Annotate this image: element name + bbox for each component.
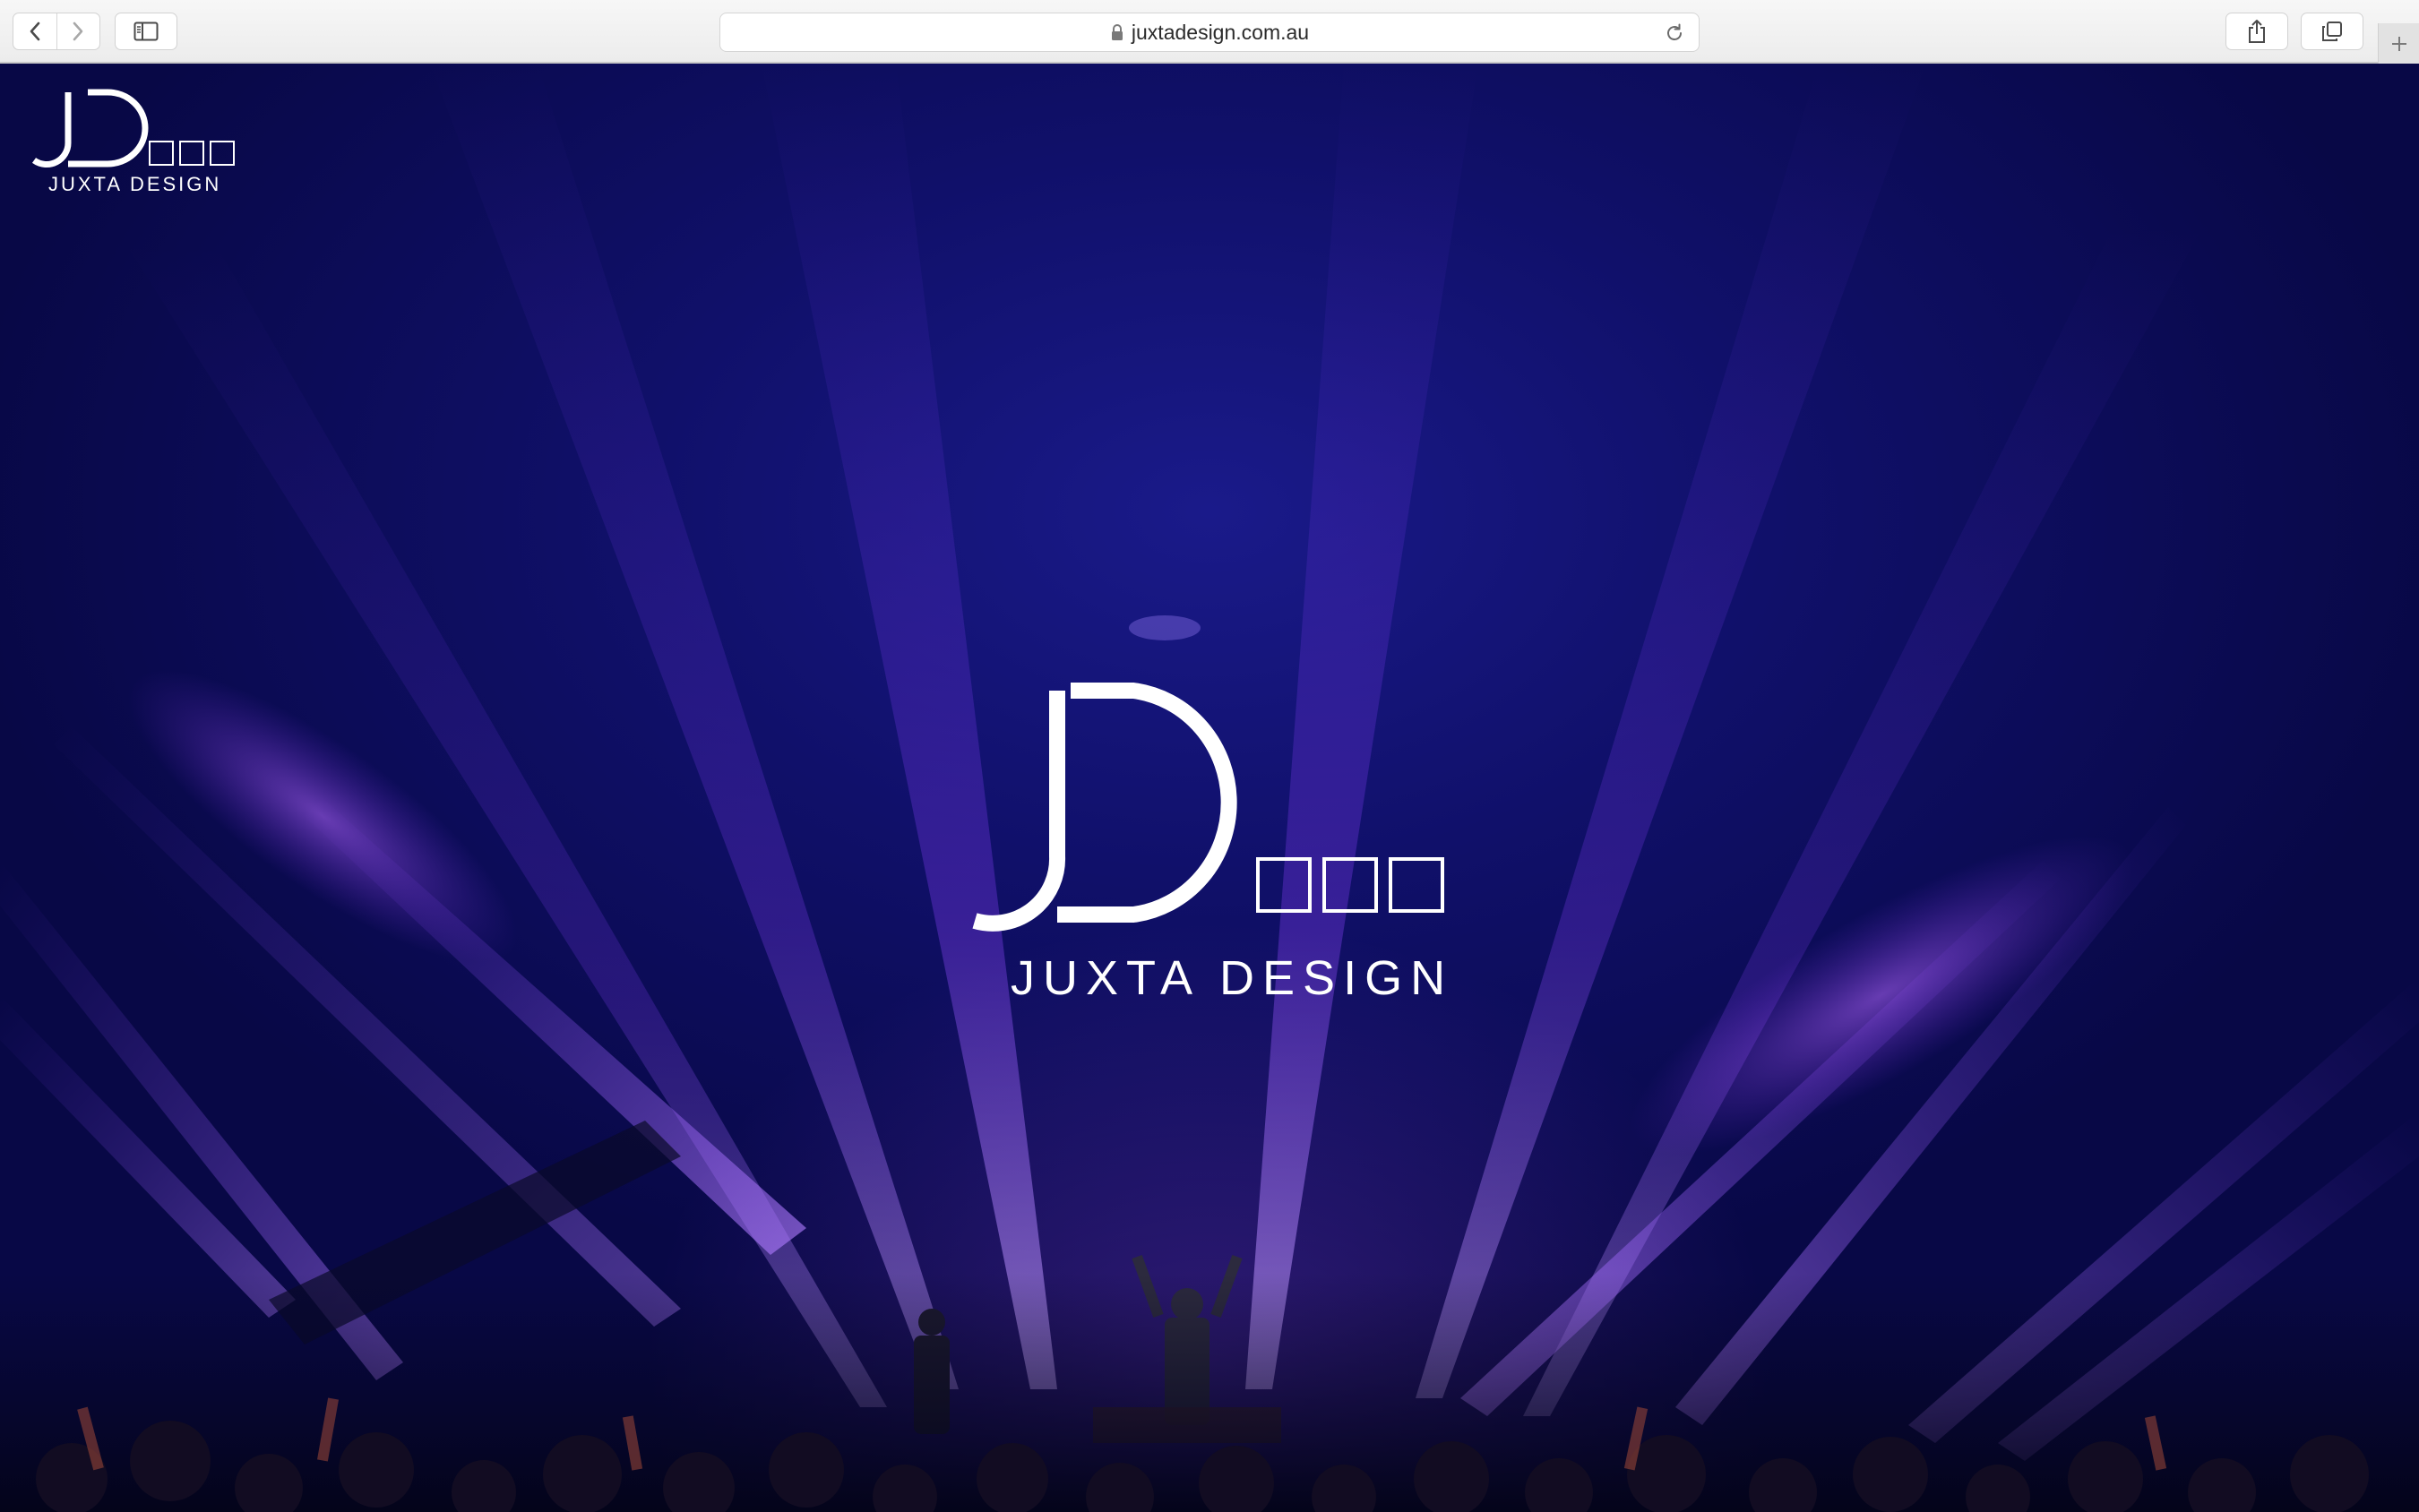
sidebar-toggle-button[interactable] bbox=[115, 13, 177, 50]
glyph-box bbox=[1322, 857, 1378, 913]
glyph-box bbox=[1389, 857, 1444, 913]
address-content: juxtadesign.com.au bbox=[720, 13, 1699, 51]
lock-icon bbox=[1111, 24, 1123, 40]
plus-icon bbox=[2391, 36, 2406, 51]
light-beam bbox=[0, 995, 296, 1318]
tab-overview-button[interactable] bbox=[2301, 13, 2363, 50]
share-icon bbox=[2249, 20, 2265, 43]
chevron-left-icon bbox=[30, 21, 40, 41]
header-logo[interactable]: JUXTA DESIGN bbox=[31, 89, 238, 205]
tabs-overview-icon bbox=[2322, 21, 2342, 41]
stage-light-glow bbox=[1630, 836, 2133, 1155]
browser-toolbar: juxtadesign.com.au bbox=[0, 0, 2419, 64]
logo-glyph-boxes bbox=[1256, 857, 1444, 913]
forward-button[interactable] bbox=[56, 13, 99, 49]
glyph-box bbox=[210, 141, 235, 166]
stage-haze bbox=[1129, 615, 1201, 640]
reload-icon bbox=[1667, 23, 1682, 40]
back-button[interactable] bbox=[13, 13, 56, 49]
share-button[interactable] bbox=[2225, 13, 2288, 50]
address-bar[interactable]: juxtadesign.com.au bbox=[719, 13, 1700, 52]
glyph-box bbox=[179, 141, 204, 166]
logo-glyph-boxes bbox=[149, 141, 235, 166]
jd-monogram bbox=[972, 683, 1237, 932]
jd-monogram bbox=[31, 89, 149, 168]
hero-section: JUXTA DESIGN JUXTA DESIGN bbox=[0, 64, 2419, 1512]
hero-logo: JUXTA DESIGN bbox=[972, 682, 1456, 1005]
url-text: juxtadesign.com.au bbox=[1131, 20, 1310, 44]
reload-button[interactable] bbox=[1663, 21, 1686, 45]
glyph-box bbox=[1256, 857, 1312, 913]
sidebar-icon bbox=[133, 21, 159, 41]
nav-button-group bbox=[13, 13, 100, 50]
new-tab-button[interactable] bbox=[2378, 23, 2419, 64]
header-brand-name: JUXTA DESIGN bbox=[48, 173, 222, 195]
hero-brand-name: JUXTA DESIGN bbox=[1011, 951, 1454, 1005]
chevron-right-icon bbox=[73, 21, 83, 41]
glyph-box bbox=[149, 141, 174, 166]
